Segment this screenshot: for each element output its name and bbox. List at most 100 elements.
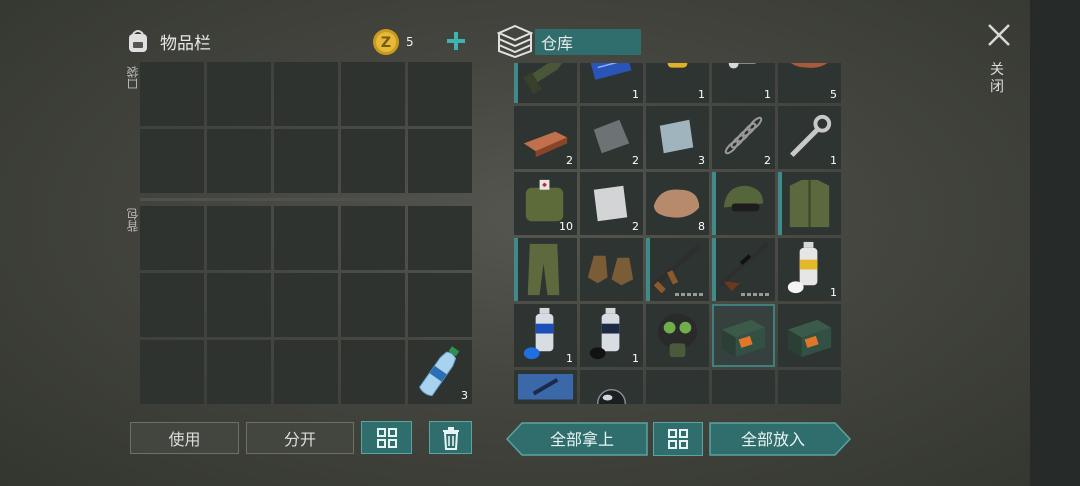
warehouse-slot[interactable]: 2 [712,106,775,169]
take-all-button[interactable]: 全部拿上 [506,422,648,456]
pocket-slot[interactable] [274,62,338,126]
water-count: 3 [461,389,468,402]
warehouse-slot[interactable]: 2 [514,106,577,169]
warehouse-slot[interactable] [514,238,577,301]
pocket-label: 口袋 [126,66,140,90]
section-divider [140,198,472,201]
warehouse-slot[interactable] [712,238,775,301]
backpack-slot-water[interactable]: 3 [408,340,472,404]
use-button[interactable]: 使用 [130,422,239,454]
warehouse-slot[interactable] [712,370,775,404]
put-all-button[interactable]: 全部放入 [709,422,851,456]
coin-count: 5 [406,35,414,49]
warehouse-slot[interactable] [580,238,643,301]
durability-indicator [741,293,771,296]
pocket-slot[interactable] [140,129,204,193]
warehouse-slot[interactable]: 2 [580,172,643,235]
pocket-slot[interactable] [207,129,271,193]
backpack-slot[interactable] [274,273,338,337]
warehouse-slot[interactable]: 3 [646,106,709,169]
warehouse-slot[interactable]: 1 [712,63,775,103]
pocket-slot[interactable] [341,129,405,193]
item-count: 1 [830,154,837,167]
explosive-box-icon [787,319,832,358]
sort-button[interactable] [361,421,412,454]
warehouse-slot[interactable] [514,370,577,404]
blue-fabric-icon [517,373,574,400]
warehouse-title: 仓库 [541,34,574,53]
item-count: 1 [830,286,837,299]
backpack-slot[interactable] [140,340,204,404]
warehouse-title-box: 仓库 [535,29,641,55]
warehouse-slot[interactable] [712,304,775,367]
backpack-slot[interactable] [408,206,472,270]
glass-lens-icon [596,388,627,404]
item-count: 1 [764,88,771,101]
item-count: 5 [830,88,837,101]
pocket-slot[interactable] [140,62,204,126]
backpack-slot[interactable] [341,206,405,270]
close-label: 关闭 [990,62,1004,95]
assault-rifle-icon [650,244,701,294]
camo-pants-icon [527,243,560,296]
inventory-header: 物品栏 [124,28,211,54]
backpack-slot[interactable] [207,273,271,337]
warehouse-slot[interactable]: 1 [580,63,643,103]
backpack-slot[interactable] [341,273,405,337]
take-all-label: 全部拿上 [550,430,614,449]
warehouse-slot[interactable] [778,304,841,367]
backpack-slot[interactable] [408,273,472,337]
backpack-grid: 3 [140,206,472,404]
pocket-slot[interactable] [274,129,338,193]
warehouse-slot[interactable]: 1 [778,106,841,169]
warehouse-slot[interactable]: 5 [778,63,841,103]
warehouse-slot[interactable]: 1 [778,238,841,301]
backpack-slot[interactable] [274,340,338,404]
warehouse-slot[interactable] [514,63,577,103]
pocket-slot[interactable] [408,129,472,193]
pocket-slot[interactable] [207,62,271,126]
backpack-slot[interactable] [140,206,204,270]
warehouse-slot[interactable]: 1 [514,304,577,367]
warehouse-slot[interactable]: 1 [646,63,709,103]
warehouse-icon [496,24,534,62]
close-icon [988,24,1010,46]
pocket-slot[interactable] [341,62,405,126]
trash-icon [442,426,459,450]
warehouse-grid[interactable]: 1 1 1 5 2 2 3 2 1 10 2 8 1 1 1 [514,63,844,404]
warehouse-slot[interactable]: 8 [646,172,709,235]
backpack-slot[interactable] [341,340,405,404]
sort-grid-icon [376,427,397,448]
sniper-rifle-icon [718,242,769,292]
backpack-slot[interactable] [207,206,271,270]
item-count: 1 [698,88,705,101]
warehouse-slot[interactable] [646,304,709,367]
warehouse-slot[interactable]: 2 [580,106,643,169]
coin-display: Z 5 [372,28,414,56]
put-all-label: 全部放入 [741,430,805,449]
pocket-slot[interactable] [408,62,472,126]
warehouse-slot[interactable] [646,370,709,404]
item-count: 1 [566,352,573,365]
warehouse-slot[interactable]: 1 [580,304,643,367]
warehouse-sort-button[interactable] [653,422,703,456]
split-button[interactable]: 分开 [246,422,354,454]
warehouse-slot[interactable] [778,172,841,235]
backpack-slot[interactable] [207,340,271,404]
warehouse-slot[interactable] [778,370,841,404]
add-coins-button[interactable] [445,30,467,52]
delete-button[interactable] [429,421,472,454]
item-count: 3 [698,154,705,167]
item-count: 2 [764,154,771,167]
item-count: 10 [559,220,573,233]
item-count: 1 [632,352,639,365]
warehouse-slot[interactable]: 10 [514,172,577,235]
backpack-slot[interactable] [274,206,338,270]
warehouse-slot[interactable] [712,172,775,235]
warehouse-slot[interactable] [646,238,709,301]
plus-icon [447,32,465,50]
backpack-slot[interactable] [140,273,204,337]
rifle-icon [523,63,563,95]
close-button[interactable] [986,22,1012,48]
warehouse-slot[interactable] [580,370,643,404]
